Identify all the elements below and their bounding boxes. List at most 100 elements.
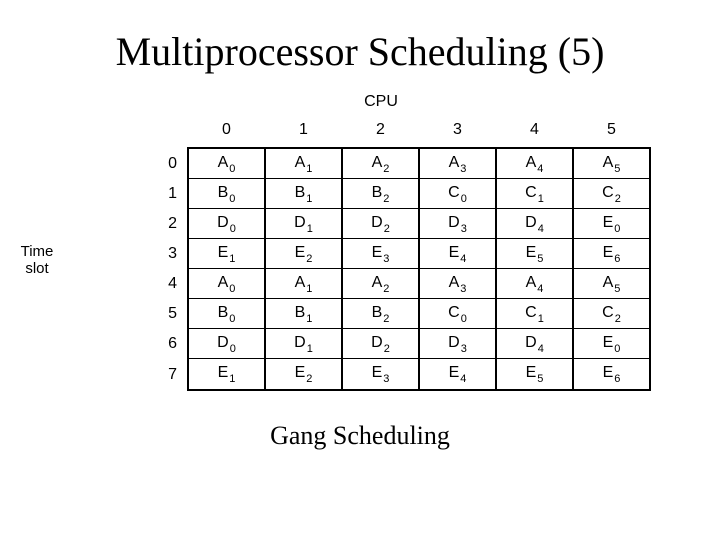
schedule-cell: B0 — [188, 299, 265, 329]
schedule-cell: D4 — [496, 329, 573, 359]
schedule-cell: B1 — [265, 179, 342, 209]
cell-letter: B — [372, 184, 383, 201]
schedule-cell: E5 — [496, 359, 573, 390]
cell-letter: A — [372, 154, 383, 171]
cell-subscript: 2 — [615, 313, 621, 325]
cell-letter: A — [372, 274, 383, 291]
cell-letter: E — [603, 244, 614, 261]
cell-subscript: 6 — [614, 373, 620, 385]
cell-letter: C — [448, 184, 460, 201]
cell-letter: D — [294, 334, 306, 351]
cell-letter: C — [525, 184, 537, 201]
cell-letter: B — [372, 304, 383, 321]
cell-letter: C — [602, 304, 614, 321]
table-row: 5B0B1B2C0C1C2 — [111, 299, 650, 329]
cell-letter: E — [526, 244, 537, 261]
cell-subscript: 3 — [383, 373, 389, 385]
schedule-cell: A5 — [573, 269, 650, 299]
cell-subscript: 1 — [538, 313, 544, 325]
cell-letter: D — [448, 214, 460, 231]
schedule-cell: A3 — [419, 269, 496, 299]
cell-subscript: 1 — [229, 373, 235, 385]
cell-letter: A — [218, 154, 229, 171]
schedule-cell: D4 — [496, 209, 573, 239]
schedule-cell: B0 — [188, 179, 265, 209]
cell-subscript: 5 — [614, 283, 620, 295]
cell-letter: D — [371, 214, 383, 231]
schedule-cell: E0 — [573, 209, 650, 239]
cell-subscript: 2 — [384, 343, 390, 355]
cell-subscript: 1 — [306, 193, 312, 205]
cell-subscript: 4 — [538, 223, 544, 235]
cell-letter: E — [449, 244, 460, 261]
schedule-table: 0 1 2 3 4 5 0A0A1A2A3A4A51B0B1B2C0C1C22D… — [111, 117, 651, 391]
cell-letter: B — [218, 184, 229, 201]
cell-letter: E — [603, 334, 614, 351]
schedule-cell: A2 — [342, 269, 419, 299]
cell-letter: C — [602, 184, 614, 201]
schedule-cell: A4 — [496, 148, 573, 179]
schedule-cell: D1 — [265, 209, 342, 239]
table-row: 7E1E2E3E4E5E6 — [111, 359, 650, 390]
cell-letter: D — [217, 214, 229, 231]
table-area: CPU Time slot 0 1 2 3 4 5 0A0A1A2A3A4A51… — [69, 93, 651, 391]
schedule-cell: A0 — [188, 148, 265, 179]
cell-subscript: 0 — [229, 163, 235, 175]
cell-letter: A — [295, 154, 306, 171]
schedule-cell: D0 — [188, 329, 265, 359]
col-header: 1 — [265, 117, 342, 148]
table-row: 6D0D1D2D3D4E0 — [111, 329, 650, 359]
schedule-cell: E6 — [573, 239, 650, 269]
cell-subscript: 6 — [614, 253, 620, 265]
schedule-cell: C1 — [496, 179, 573, 209]
schedule-cell: D0 — [188, 209, 265, 239]
cell-subscript: 0 — [229, 193, 235, 205]
cell-letter: D — [294, 214, 306, 231]
schedule-cell: E2 — [265, 239, 342, 269]
cell-subscript: 4 — [460, 373, 466, 385]
slide-caption: Gang Scheduling — [0, 421, 720, 451]
cell-subscript: 2 — [383, 313, 389, 325]
cell-subscript: 2 — [306, 253, 312, 265]
corner-cell — [111, 117, 188, 148]
row-header: 0 — [111, 148, 188, 179]
schedule-cell: A1 — [265, 269, 342, 299]
row-header: 7 — [111, 359, 188, 390]
col-header: 3 — [419, 117, 496, 148]
col-header: 4 — [496, 117, 573, 148]
cpu-axis-label: CPU — [111, 93, 651, 111]
timeslot-line1: Time — [21, 243, 54, 260]
cell-letter: E — [218, 244, 229, 261]
column-header-row: 0 1 2 3 4 5 — [111, 117, 650, 148]
cell-letter: C — [448, 304, 460, 321]
cell-subscript: 2 — [383, 193, 389, 205]
cell-subscript: 5 — [537, 373, 543, 385]
schedule-cell: C0 — [419, 299, 496, 329]
cell-letter: D — [448, 334, 460, 351]
table-row: 4A0A1A2A3A4A5 — [111, 269, 650, 299]
cell-subscript: 1 — [306, 283, 312, 295]
schedule-cell: E4 — [419, 239, 496, 269]
cell-subscript: 1 — [307, 223, 313, 235]
cell-letter: A — [603, 274, 614, 291]
cell-subscript: 0 — [461, 313, 467, 325]
schedule-cell: C1 — [496, 299, 573, 329]
row-header: 4 — [111, 269, 188, 299]
schedule-cell: B2 — [342, 299, 419, 329]
schedule-cell: E3 — [342, 359, 419, 390]
cell-subscript: 0 — [461, 193, 467, 205]
cell-letter: B — [295, 184, 306, 201]
table-row: 1B0B1B2C0C1C2 — [111, 179, 650, 209]
cell-letter: E — [218, 364, 229, 381]
table-row: 2D0D1D2D3D4E0 — [111, 209, 650, 239]
cell-letter: A — [526, 274, 537, 291]
cell-letter: D — [371, 334, 383, 351]
cell-subscript: 1 — [306, 313, 312, 325]
row-header: 3 — [111, 239, 188, 269]
cell-letter: A — [603, 154, 614, 171]
cell-subscript: 3 — [460, 163, 466, 175]
cell-subscript: 0 — [230, 343, 236, 355]
cell-letter: E — [526, 364, 537, 381]
cell-letter: D — [525, 214, 537, 231]
cell-subscript: 1 — [307, 343, 313, 355]
